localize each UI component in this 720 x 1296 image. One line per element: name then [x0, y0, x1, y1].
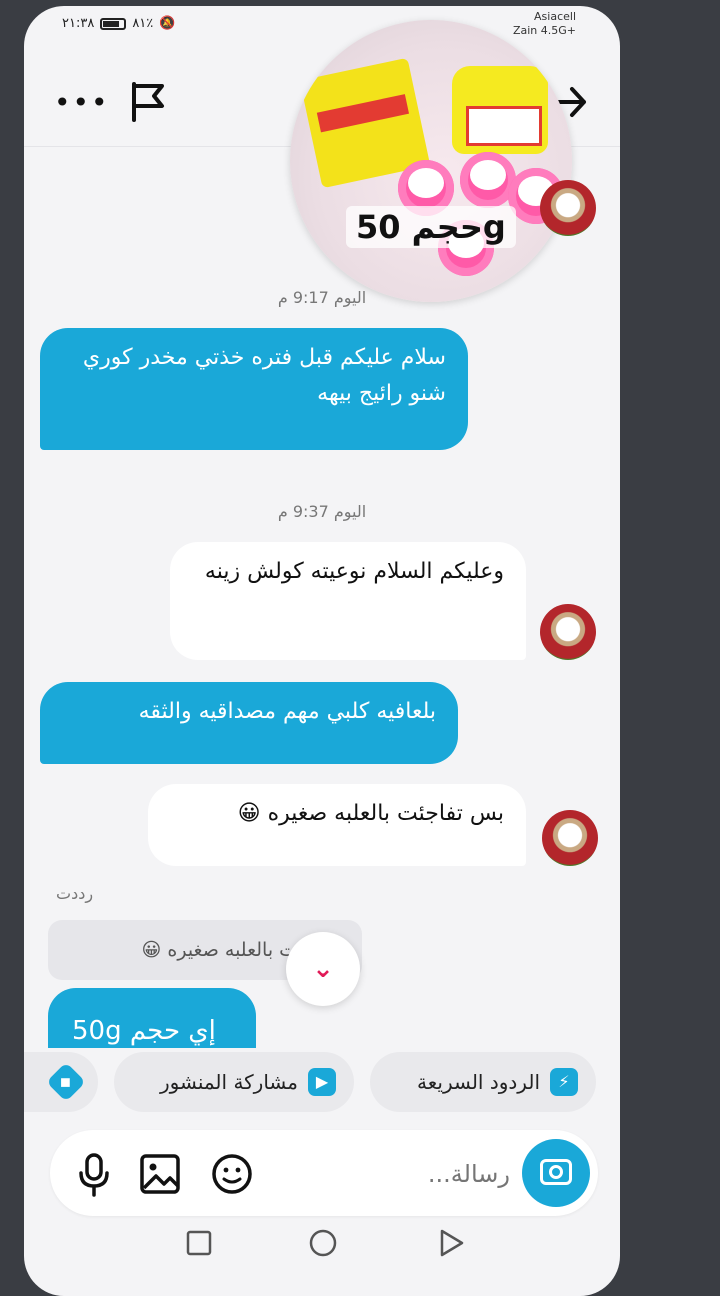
battery-icon	[100, 17, 127, 30]
message-incoming[interactable]: بس تفاجئت بالعلبه صغيره 😀	[148, 784, 526, 866]
chevrons-down-icon[interactable]: ⌄	[286, 932, 360, 1006]
post-preview-image[interactable]: حجم 50g	[290, 20, 572, 302]
message-input[interactable]	[308, 1150, 512, 1198]
status-bar: ٢١:٣٨ ٨١٪ 🔕 Asiacell Zain 4.5G+	[24, 6, 620, 46]
play-icon: ▶	[308, 1068, 336, 1096]
avatar[interactable]	[542, 810, 598, 866]
clock: ٢١:٣٨	[62, 16, 95, 31]
system-nav-bar	[24, 1218, 620, 1278]
flag-icon[interactable]	[128, 80, 168, 124]
message-incoming[interactable]: وعليكم السلام نوعيته كولش زينه	[170, 542, 526, 660]
timestamp: اليوم 9:17 م	[277, 288, 367, 307]
recents-icon[interactable]	[184, 1228, 214, 1258]
home-icon[interactable]	[308, 1228, 338, 1258]
camera-icon[interactable]	[522, 1139, 590, 1207]
message-outgoing[interactable]: إي حجم 50g	[48, 988, 256, 1048]
product-jar	[452, 66, 548, 154]
timestamp: اليوم 9:37 م	[277, 502, 367, 521]
back-nav-icon[interactable]	[436, 1228, 466, 1258]
chip-label: الردود السريعة	[417, 1070, 540, 1094]
reply-label: رددت	[56, 884, 94, 903]
mute-icon: 🔕	[159, 16, 176, 31]
mic-icon[interactable]	[72, 1152, 116, 1198]
message-text: إي حجم 50g	[72, 1016, 216, 1046]
quick-replies-chip[interactable]: ⚡ الردود السريعة	[370, 1052, 596, 1112]
message-outgoing[interactable]: بلعافيه كلبي مهم مصداقيه والثقه	[40, 682, 458, 764]
image-icon[interactable]	[138, 1152, 182, 1196]
lightning-icon: ⚡	[550, 1068, 578, 1096]
carrier-1: Asiacell	[534, 10, 576, 23]
carrier-2: Zain 4.5G+	[512, 24, 576, 37]
tag-chip[interactable]: ◆	[24, 1052, 98, 1112]
phone-screen: ٢١:٣٨ ٨١٪ 🔕 Asiacell Zain 4.5G+ ••• حجم …	[24, 6, 620, 1296]
share-post-chip[interactable]: ▶ مشاركة المنشور	[114, 1052, 354, 1112]
post-overlay-label: حجم 50g	[346, 206, 516, 248]
sticker-icon[interactable]	[210, 1152, 254, 1196]
quick-actions-bar: ⚡ الردود السريعة ▶ مشاركة المنشور ◆	[24, 1052, 620, 1114]
message-composer	[50, 1130, 598, 1216]
avatar[interactable]	[540, 604, 596, 660]
battery-level: ٨١٪	[132, 16, 154, 31]
avatar[interactable]	[540, 180, 596, 236]
message-outgoing[interactable]: سلام عليكم قبل فتره خذتي مخدر كوري شنو ر…	[40, 328, 468, 450]
more-icon[interactable]: •••	[54, 86, 110, 119]
tag-icon: ◆	[46, 1062, 86, 1102]
chip-label: مشاركة المنشور	[160, 1070, 298, 1094]
